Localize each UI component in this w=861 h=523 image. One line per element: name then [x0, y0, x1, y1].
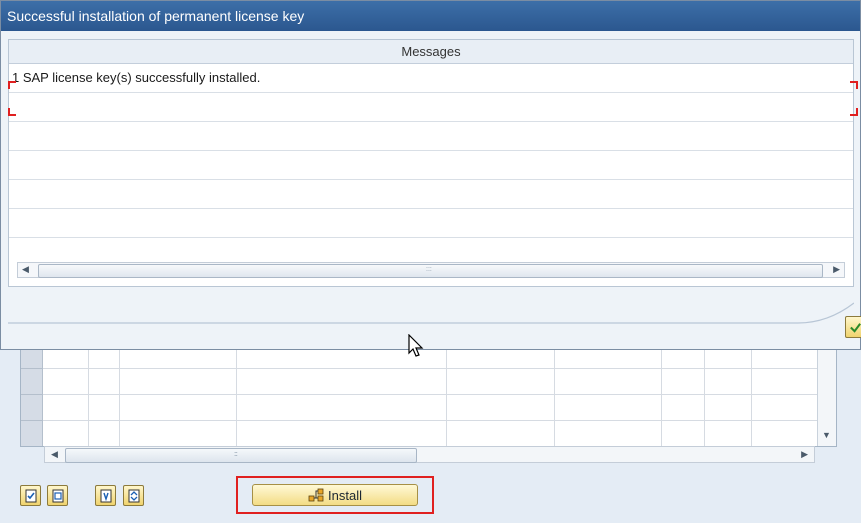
- deselect-all-button[interactable]: [47, 485, 68, 506]
- selection-corner: [8, 81, 16, 89]
- confirm-button[interactable]: [845, 316, 861, 338]
- scrollbar-thumb[interactable]: :::: [38, 264, 823, 278]
- row-selector[interactable]: [21, 421, 43, 446]
- messages-column-header: Messages: [9, 40, 853, 64]
- message-row-empty: [9, 209, 853, 238]
- select-all-button[interactable]: [20, 485, 41, 506]
- message-row-empty: [9, 151, 853, 180]
- selection-corner: [850, 81, 858, 89]
- network-structure-icon: [308, 488, 324, 502]
- message-row-empty: [9, 122, 853, 151]
- sort-button[interactable]: [123, 485, 144, 506]
- scroll-left-icon[interactable]: ◀: [51, 449, 58, 460]
- message-row-empty: [9, 93, 853, 122]
- footer-divider: [8, 302, 854, 324]
- selection-corner: [8, 108, 16, 116]
- scroll-right-icon[interactable]: ▶: [833, 264, 840, 275]
- license-table: ▼: [20, 342, 837, 447]
- install-button[interactable]: Install: [252, 484, 418, 506]
- scroll-right-icon[interactable]: ▶: [801, 449, 808, 460]
- scroll-down-icon[interactable]: ▼: [822, 430, 831, 440]
- messages-table: Messages 1 SAP license key(s) successful…: [8, 39, 854, 287]
- scrollbar-thumb[interactable]: :::: [65, 448, 417, 463]
- selection-corner: [850, 108, 858, 116]
- sort-icon: [128, 489, 139, 502]
- dialog-title: Successful installation of permanent lic…: [1, 1, 860, 31]
- table-horizontal-scrollbar[interactable]: ◀ ::: ▶: [44, 446, 815, 463]
- details-icon: [100, 489, 111, 502]
- message-row-empty: [9, 180, 853, 209]
- mouse-pointer-icon: [408, 334, 424, 357]
- messages-horizontal-scrollbar[interactable]: ◀ ::: ▶: [17, 262, 845, 278]
- message-row[interactable]: 1 SAP license key(s) successfully instal…: [9, 64, 853, 93]
- install-button-label: Install: [328, 487, 362, 503]
- license-success-dialog: Successful installation of permanent lic…: [0, 0, 861, 350]
- checkmark-icon: [849, 322, 861, 333]
- scroll-left-icon[interactable]: ◀: [22, 264, 29, 275]
- select-all-icon: [25, 489, 36, 502]
- details-button[interactable]: [95, 485, 116, 506]
- deselect-all-icon: [52, 489, 63, 502]
- table-vertical-scrollbar[interactable]: ▼: [817, 343, 836, 446]
- row-selector[interactable]: [21, 395, 43, 421]
- row-selector[interactable]: [21, 369, 43, 395]
